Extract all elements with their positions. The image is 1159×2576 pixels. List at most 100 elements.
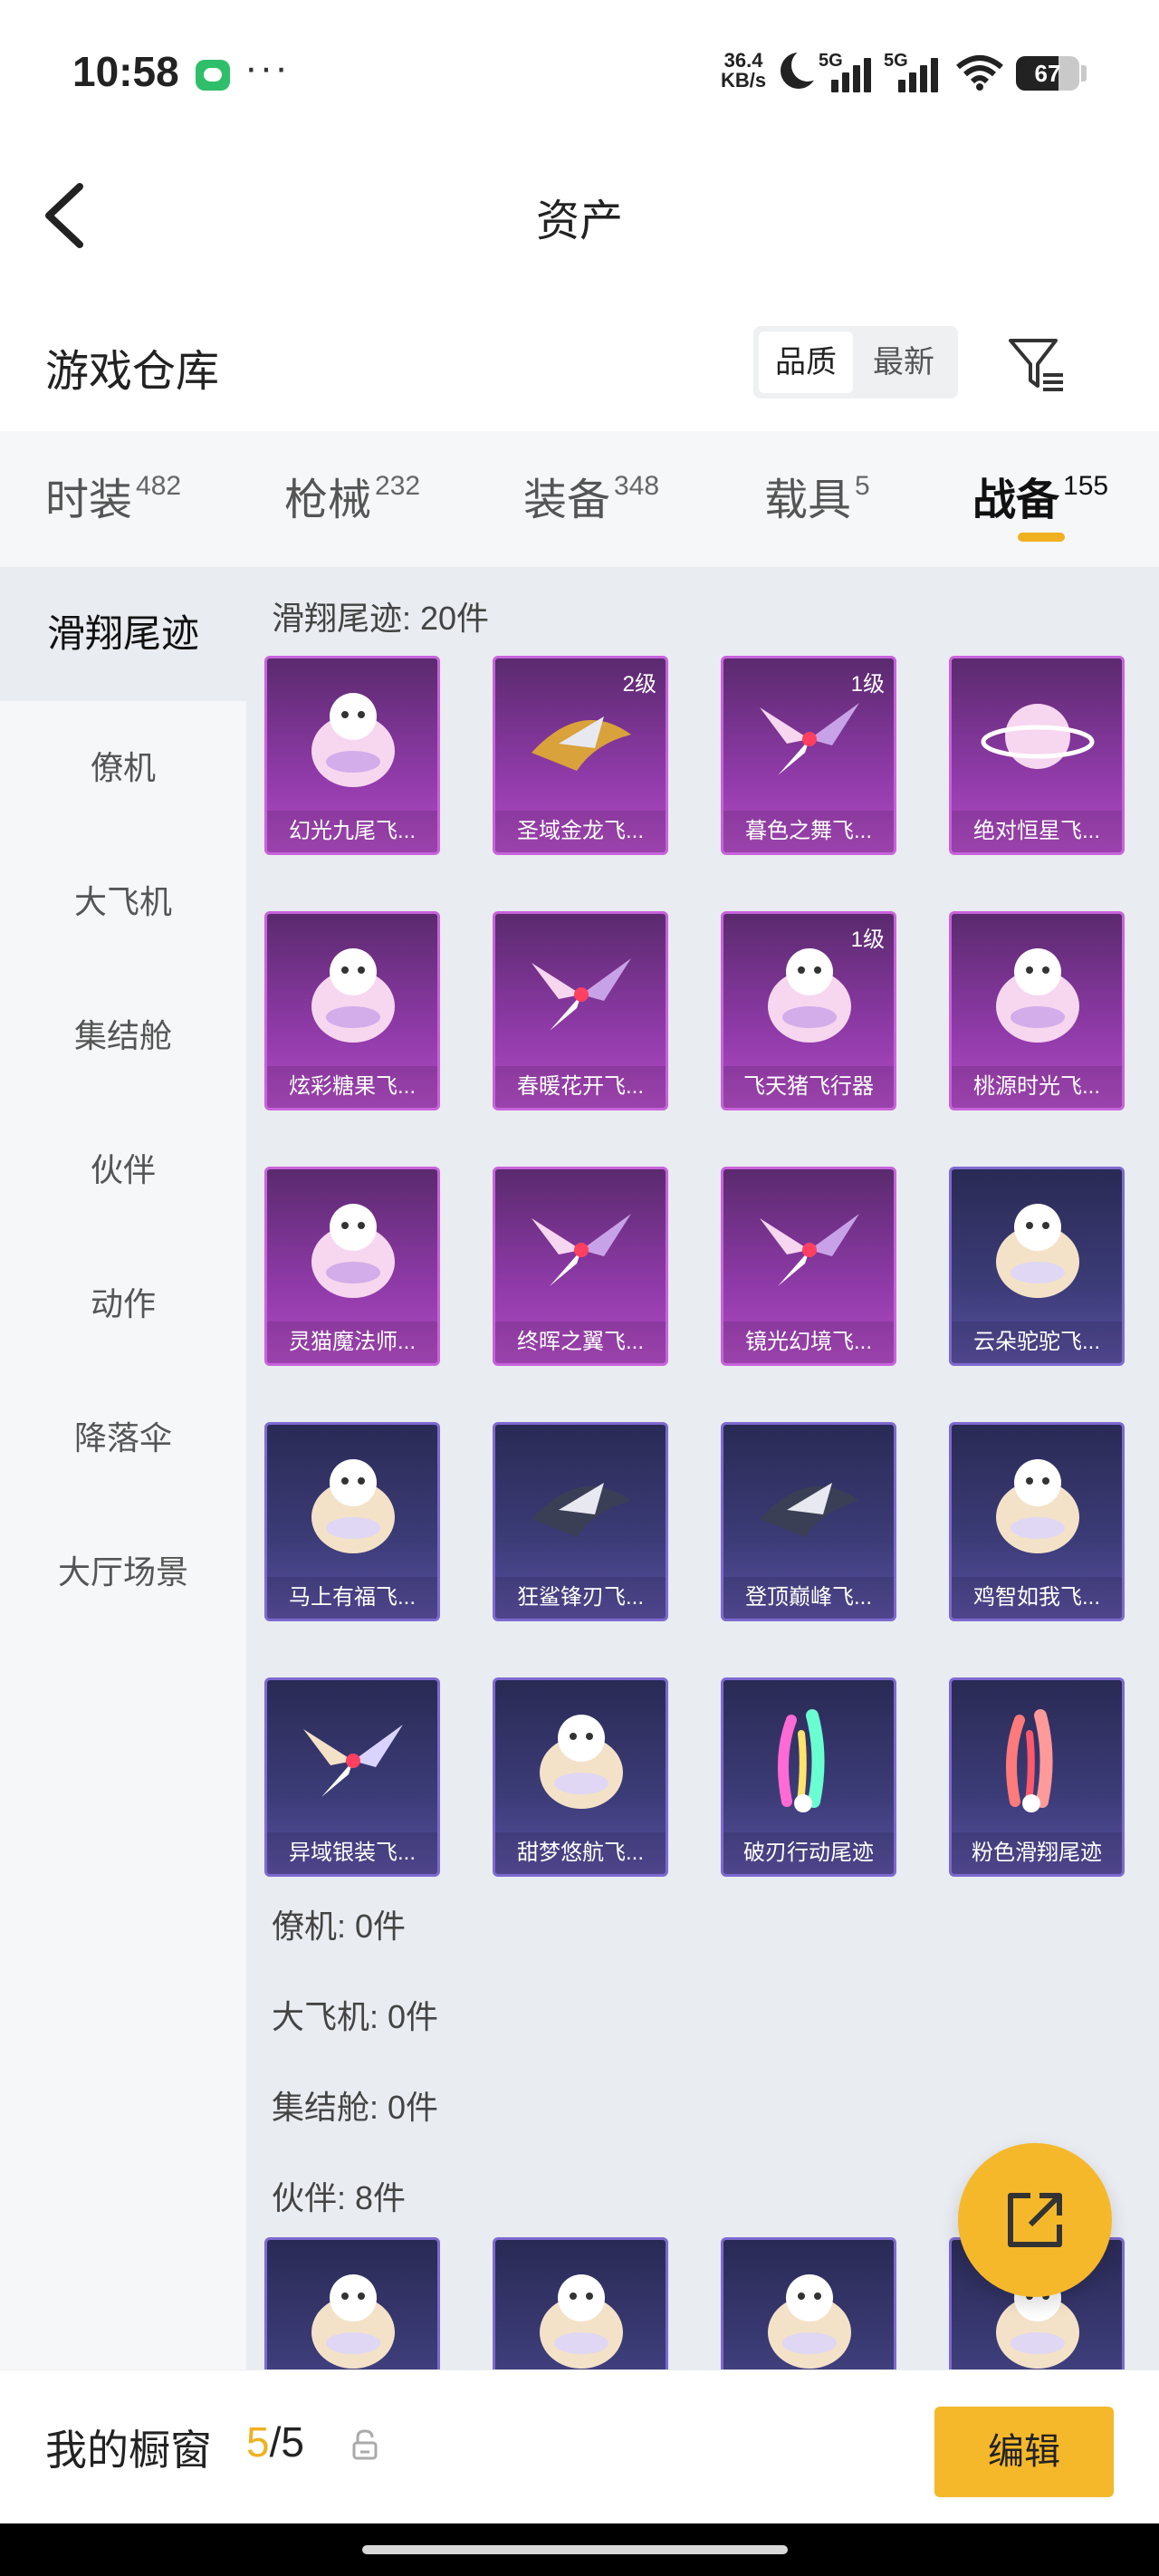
cat-partner-icon: [540, 2274, 623, 2369]
item-card[interactable]: 桃源时光飞...: [949, 911, 1125, 1110]
item-card[interactable]: 粉色滑翔尾迹: [949, 1677, 1125, 1877]
item-card[interactable]: 1级 飞天猪飞行器: [721, 911, 896, 1110]
status-bar: 10:58 ··· 36.4 KB/s 5G 5G 67: [0, 0, 1159, 145]
item-name: 镜光幻境飞...: [723, 1322, 894, 1363]
angel-partner-icon: [768, 2274, 851, 2369]
item-card[interactable]: 2级圣域金龙飞...: [493, 656, 668, 855]
item-name: 登顶巅峰飞...: [723, 1577, 894, 1619]
chicken-partner-icon: [311, 2274, 395, 2369]
signal-1-icon: 5G: [819, 51, 873, 92]
pig-icon: [768, 948, 851, 1043]
category-tabs: 时装 482 枪械 232 装备 348 载具 5 战备 155: [0, 431, 1159, 567]
item-name: 灵猫魔法师...: [267, 1322, 437, 1363]
system-nav-bar: [0, 2523, 1159, 2576]
item-name: 鸡智如我飞...: [952, 1577, 1122, 1619]
item-card[interactable]: 镜光幻境飞...: [721, 1167, 896, 1366]
item-name: 圣域金龙飞...: [495, 811, 666, 852]
item-name: 飞天猪飞行器: [723, 1066, 894, 1108]
silver-wing-icon: [303, 1725, 403, 1797]
item-name: 绝对恒星飞...: [952, 811, 1122, 852]
showcase-label: 我的橱窗: [45, 2427, 212, 2474]
page-title: 资产: [535, 197, 623, 245]
sidebar-item-action[interactable]: 动作: [0, 1237, 246, 1371]
section-assembly-pod: 集结舱: 0件: [272, 2089, 439, 2126]
section-partner: 伙伴: 8件: [272, 2179, 407, 2216]
sort-by-newest[interactable]: 最新: [857, 332, 951, 393]
tab-equipment[interactable]: 装备 348: [523, 464, 659, 527]
item-card[interactable]: 登顶巅峰飞...: [721, 1422, 896, 1621]
status-time: 10:58: [72, 48, 179, 95]
planet-icon: [981, 704, 1095, 769]
sidebar-item-assembly-pod[interactable]: 集结舱: [0, 969, 246, 1103]
rainbow-smoke-icon: [778, 1709, 825, 1812]
wechat-notification-icon: [196, 60, 230, 91]
item-card[interactable]: 1级暮色之舞飞...: [721, 656, 896, 855]
item-card[interactable]: 春暖花开飞...: [493, 911, 668, 1110]
item-name: 甜梦悠航飞...: [495, 1832, 666, 1874]
sidebar-item-glide-trail[interactable]: 滑翔尾迹: [0, 567, 246, 701]
tab-battle-prep[interactable]: 战备 155: [972, 464, 1108, 527]
item-card[interactable]: 炫彩糖果飞...: [264, 911, 440, 1110]
item-card[interactable]: 灵猫魔法师...: [264, 1167, 440, 1366]
share-button[interactable]: [958, 2143, 1112, 2297]
sidebar-item-parachute[interactable]: 降落伞: [0, 1371, 246, 1505]
warehouse-title: 游戏仓库: [45, 348, 220, 396]
items-panel: 滑翔尾迹: 20件 幻光九尾飞... 2级圣域金龙飞... 1级暮色之舞飞... 绝对…: [246, 567, 1159, 2369]
section-glide-trail: 滑翔尾迹: 20件: [272, 600, 490, 637]
item-name: 桃源时光飞...: [952, 1066, 1122, 1108]
item-card[interactable]: 马上有福飞...: [264, 1422, 440, 1621]
item-card[interactable]: 绝对恒星飞...: [949, 656, 1125, 855]
signal-2-icon: 5G: [884, 51, 943, 92]
golden-dragon-icon: [532, 716, 631, 771]
partner-card[interactable]: [721, 2237, 896, 2369]
item-level: 2级: [622, 672, 656, 697]
item-card[interactable]: 破刃行动尾迹: [721, 1677, 896, 1877]
do-not-disturb-icon: [781, 49, 824, 89]
item-name: 狂鲨锋刃飞...: [495, 1577, 666, 1619]
cat-icon: [311, 1204, 395, 1298]
dusk-wings-icon: [760, 703, 859, 775]
partner-card[interactable]: [264, 2237, 440, 2369]
item-card[interactable]: 终晖之翼飞...: [493, 1167, 668, 1366]
item-name: 破刃行动尾迹: [723, 1832, 894, 1874]
filter-icon[interactable]: [1007, 335, 1067, 395]
app-header: 资产: [0, 145, 1159, 281]
wifi-icon: [956, 55, 1003, 91]
shark-icon: [532, 1483, 631, 1537]
item-card[interactable]: 幻光九尾飞...: [264, 656, 440, 855]
network-speed: 36.4 KB/s: [721, 49, 767, 91]
candy-icon: [311, 948, 395, 1043]
section-big-plane: 大飞机: 0件: [272, 1998, 439, 2035]
item-card[interactable]: 甜梦悠航飞...: [493, 1677, 668, 1877]
item-name: 马上有福飞...: [267, 1577, 437, 1619]
ufo-icon: [540, 1715, 623, 1809]
tab-fashion[interactable]: 时装 482: [45, 464, 181, 527]
edit-button[interactable]: 编辑: [934, 2407, 1114, 2497]
item-card[interactable]: 云朵驼驼飞...: [949, 1167, 1125, 1366]
sidebar-item-big-plane[interactable]: 大飞机: [0, 835, 246, 969]
showcase-count: 5/5: [246, 2418, 304, 2465]
item-card[interactable]: 异域银装飞...: [264, 1677, 440, 1877]
item-level: 1级: [850, 672, 885, 697]
sidebar-item-lobby-scene[interactable]: 大厅场景: [0, 1505, 246, 1639]
sort-by-quality[interactable]: 品质: [759, 332, 853, 393]
fox-tail-icon: [311, 693, 395, 787]
chicken-icon: [996, 1459, 1079, 1553]
active-tab-indicator: [1018, 533, 1065, 542]
tab-vehicles[interactable]: 载具 5: [764, 464, 870, 527]
sidebar-item-wingman[interactable]: 僚机: [0, 701, 246, 835]
partner-card[interactable]: [493, 2237, 668, 2369]
battery-icon: 67: [1016, 56, 1079, 91]
star-wings-icon: [532, 1214, 631, 1286]
butterfly-icon: [532, 958, 631, 1031]
more-notifications-icon: ···: [244, 45, 290, 90]
home-indicator[interactable]: [362, 2545, 788, 2554]
item-card[interactable]: 鸡智如我飞...: [949, 1422, 1125, 1621]
alpaca-icon: [996, 1204, 1079, 1298]
sidebar-item-partner[interactable]: 伙伴: [0, 1103, 246, 1237]
item-name: 幻光九尾飞...: [267, 811, 437, 852]
tab-firearms[interactable]: 枪械 232: [284, 464, 420, 527]
peach-icon: [996, 948, 1079, 1043]
item-card[interactable]: 狂鲨锋刃飞...: [493, 1422, 668, 1621]
item-name: 暮色之舞飞...: [723, 811, 894, 852]
